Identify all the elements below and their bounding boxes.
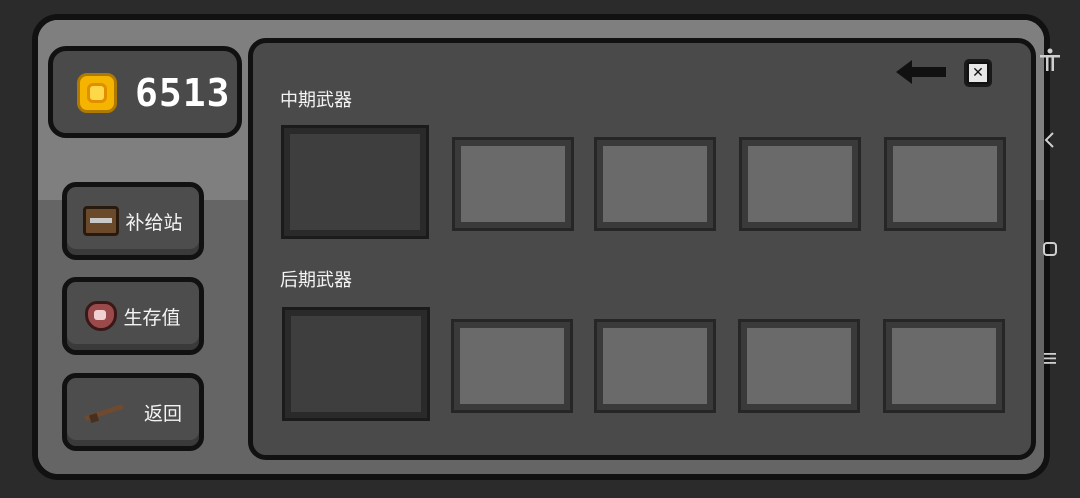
back-chevron-icon[interactable] [1036,126,1064,154]
late-weapon-slot-2[interactable] [451,319,573,413]
return-button[interactable]: 返回 [62,373,204,451]
treasure-chest-icon [83,206,120,236]
return-label: 返回 [143,402,182,425]
rifle-icon [84,402,126,422]
late-weapon-slot-4[interactable] [738,319,860,413]
late-weapons-title: 后期武器 [280,270,352,291]
close-button[interactable]: ✕ [964,59,992,87]
gold-coin-icon [77,73,117,113]
menu-lines-icon[interactable] [1036,344,1064,372]
survival-value-button[interactable]: 生存值 [62,277,204,355]
currency-box: 6513 [48,46,242,138]
survival-value-label: 生存值 [123,306,181,329]
mid-weapon-slot-4[interactable] [739,137,861,231]
late-weapon-slot-3[interactable] [594,319,716,413]
mid-weapon-slot-1[interactable] [281,125,429,239]
close-icon: ✕ [969,64,987,82]
mid-weapons-title: 中期武器 [280,90,352,111]
home-square-icon[interactable] [1036,235,1064,263]
bandaged-heart-icon [85,301,118,331]
late-weapon-slot-5[interactable] [883,319,1005,413]
mid-weapon-slot-3[interactable] [594,137,716,231]
mid-weapon-slot-2[interactable] [452,137,574,231]
late-weapon-slot-1[interactable] [282,307,430,421]
supply-station-button[interactable]: 补给站 [62,182,204,260]
currency-amount: 6513 [135,71,231,115]
accessibility-icon[interactable] [1036,46,1064,74]
arrow-left-icon[interactable] [896,60,946,84]
mid-weapon-slot-5[interactable] [884,137,1006,231]
supply-station-label: 补给站 [125,211,183,234]
